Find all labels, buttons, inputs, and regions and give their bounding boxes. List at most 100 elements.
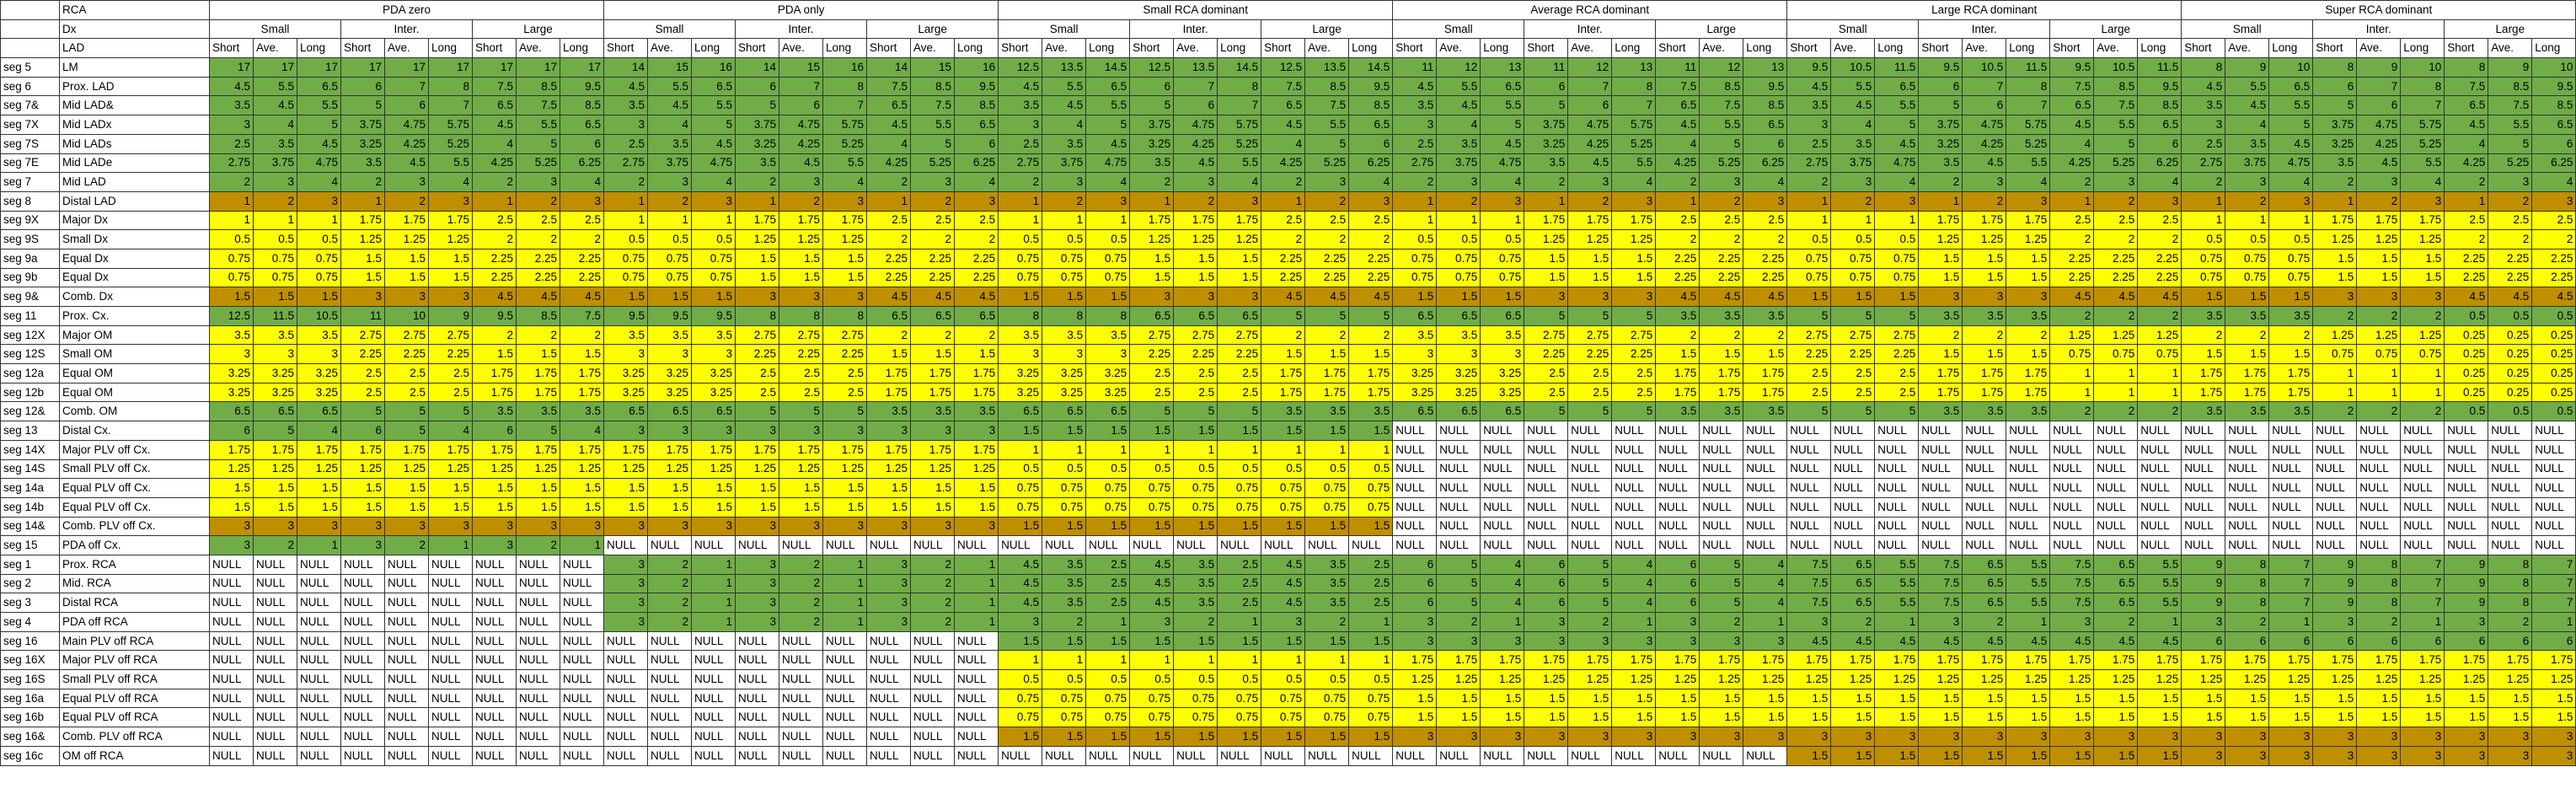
value-cell[interactable]: 3 bbox=[2400, 190, 2445, 212]
value-cell[interactable]: 1.5 bbox=[1348, 630, 1394, 652]
value-cell[interactable]: 1.25 bbox=[2093, 669, 2139, 689]
value-cell[interactable]: 3 bbox=[603, 344, 649, 365]
segment-id-cell[interactable]: seg 9S bbox=[0, 229, 60, 249]
value-cell[interactable]: 6 bbox=[1173, 95, 1218, 116]
value-cell[interactable]: 2 bbox=[2312, 172, 2358, 192]
value-cell[interactable]: 13 bbox=[1611, 57, 1657, 78]
value-cell[interactable]: 3 bbox=[1743, 630, 1788, 652]
value-cell[interactable]: NULL bbox=[954, 727, 999, 747]
segment-id-cell[interactable]: seg 12& bbox=[0, 401, 60, 422]
value-cell[interactable]: 1.5 bbox=[1830, 707, 1876, 728]
value-cell[interactable]: NULL bbox=[209, 630, 254, 652]
value-cell[interactable]: 4.75 bbox=[1085, 153, 1131, 174]
value-cell[interactable]: 8 bbox=[2225, 573, 2270, 594]
value-cell[interactable]: NULL bbox=[2225, 439, 2270, 460]
value-cell[interactable]: 7.5 bbox=[2049, 76, 2095, 97]
value-cell[interactable]: 1.5 bbox=[1743, 707, 1788, 728]
value-cell[interactable]: 1 bbox=[1743, 612, 1788, 632]
value-cell[interactable]: 3 bbox=[1524, 630, 1569, 652]
value-cell[interactable]: 2 bbox=[2400, 306, 2445, 326]
value-cell[interactable]: 1.25 bbox=[866, 459, 912, 480]
value-cell[interactable]: 2.5 bbox=[1348, 573, 1394, 594]
value-cell[interactable]: 6 bbox=[2444, 630, 2489, 652]
value-cell[interactable]: NULL bbox=[2006, 439, 2051, 460]
value-cell[interactable]: 4.5 bbox=[1261, 115, 1306, 135]
value-cell[interactable]: 3.25 bbox=[998, 382, 1043, 403]
value-cell[interactable]: 5.5 bbox=[910, 115, 956, 135]
value-cell[interactable]: 1.5 bbox=[1874, 745, 1920, 766]
value-cell[interactable]: 17 bbox=[428, 57, 473, 78]
value-cell[interactable]: 3 bbox=[2268, 745, 2314, 766]
value-cell[interactable]: 7.5 bbox=[472, 76, 517, 97]
value-cell[interactable]: 5.25 bbox=[1304, 153, 1350, 174]
value-cell[interactable]: 0.75 bbox=[1042, 707, 1087, 728]
value-cell[interactable]: 1.5 bbox=[2356, 707, 2402, 728]
value-cell[interactable]: 1.5 bbox=[340, 267, 385, 288]
value-cell[interactable]: 1.5 bbox=[1217, 421, 1262, 441]
value-cell[interactable]: NULL bbox=[2400, 496, 2445, 518]
value-cell[interactable]: 2 bbox=[1173, 190, 1218, 212]
value-cell[interactable]: 3 bbox=[1129, 612, 1175, 632]
value-cell[interactable]: 4.5 bbox=[1699, 287, 1744, 307]
value-cell[interactable]: 4.5 bbox=[1304, 287, 1350, 307]
value-cell[interactable]: 0.75 bbox=[2093, 344, 2139, 365]
value-cell[interactable]: 1.5 bbox=[1217, 516, 1262, 537]
value-cell[interactable]: NULL bbox=[735, 727, 780, 747]
value-cell[interactable]: 2.5 bbox=[1743, 210, 1788, 231]
value-cell[interactable]: 1.75 bbox=[866, 363, 912, 384]
lad-length-header[interactable]: Ave. bbox=[384, 38, 429, 59]
value-cell[interactable]: NULL bbox=[1217, 745, 1262, 766]
lad-length-header[interactable]: Short bbox=[2181, 38, 2226, 59]
value-cell[interactable]: 8 bbox=[1217, 76, 1262, 97]
value-cell[interactable]: 5 bbox=[1874, 401, 1920, 422]
value-cell[interactable]: 1.75 bbox=[2356, 210, 2402, 231]
value-cell[interactable]: NULL bbox=[209, 688, 254, 709]
value-cell[interactable]: 7 bbox=[2531, 593, 2576, 613]
value-cell[interactable]: NULL bbox=[647, 688, 693, 709]
value-cell[interactable]: NULL bbox=[2181, 439, 2226, 460]
value-cell[interactable]: 6.5 bbox=[1436, 401, 1481, 422]
value-cell[interactable]: 4.5 bbox=[691, 133, 736, 154]
value-cell[interactable]: 8.5 bbox=[559, 95, 605, 116]
value-cell[interactable]: 1.5 bbox=[603, 496, 649, 518]
value-cell[interactable]: 5.5 bbox=[1611, 153, 1657, 174]
value-cell[interactable]: 1.5 bbox=[1304, 727, 1350, 747]
value-cell[interactable]: 1.75 bbox=[1699, 363, 1744, 384]
value-cell[interactable]: 4.75 bbox=[1567, 115, 1613, 135]
value-cell[interactable]: NULL bbox=[1392, 439, 1438, 460]
value-cell[interactable]: 4 bbox=[1348, 172, 1394, 192]
value-cell[interactable]: 3 bbox=[735, 612, 780, 632]
value-cell[interactable]: 1.5 bbox=[1392, 707, 1438, 728]
value-cell[interactable]: 2 bbox=[253, 535, 297, 555]
value-cell[interactable]: NULL bbox=[910, 707, 956, 728]
value-cell[interactable]: 3 bbox=[1874, 190, 1920, 212]
value-cell[interactable]: 3 bbox=[1918, 287, 1963, 307]
lad-length-header[interactable]: Long bbox=[1217, 38, 1262, 59]
value-cell[interactable]: 1.75 bbox=[1480, 650, 1525, 671]
value-cell[interactable]: 6 bbox=[1655, 554, 1700, 575]
value-cell[interactable]: 3 bbox=[735, 573, 780, 594]
value-cell[interactable]: 1.5 bbox=[1042, 516, 1087, 537]
value-cell[interactable]: NULL bbox=[1874, 478, 1920, 498]
value-cell[interactable]: 3 bbox=[428, 287, 473, 307]
value-cell[interactable]: 4.5 bbox=[2444, 287, 2489, 307]
value-cell[interactable]: 1.5 bbox=[428, 478, 473, 498]
value-cell[interactable]: 2 bbox=[1524, 172, 1569, 192]
value-cell[interactable]: 2.5 bbox=[1699, 210, 1744, 231]
value-cell[interactable]: 2.25 bbox=[1874, 344, 1920, 365]
value-cell[interactable]: 1 bbox=[1918, 190, 1963, 212]
value-cell[interactable]: 0.75 bbox=[1042, 267, 1087, 288]
value-cell[interactable]: 3 bbox=[1480, 630, 1525, 652]
value-cell[interactable]: 3 bbox=[1304, 172, 1350, 192]
value-cell[interactable]: 1.5 bbox=[1085, 630, 1131, 652]
value-cell[interactable]: 4 bbox=[1085, 172, 1131, 192]
value-cell[interactable]: 3 bbox=[1567, 172, 1613, 192]
value-cell[interactable]: 1 bbox=[1173, 650, 1218, 671]
segment-name-cell[interactable]: Comb. OM bbox=[59, 401, 210, 422]
value-cell[interactable]: 4.25 bbox=[1261, 153, 1306, 174]
value-cell[interactable]: 2 bbox=[1918, 172, 1963, 192]
value-cell[interactable]: NULL bbox=[472, 688, 517, 709]
value-cell[interactable]: 3 bbox=[1567, 287, 1613, 307]
value-cell[interactable]: 3.25 bbox=[647, 382, 693, 403]
value-cell[interactable]: 1 bbox=[998, 439, 1043, 460]
